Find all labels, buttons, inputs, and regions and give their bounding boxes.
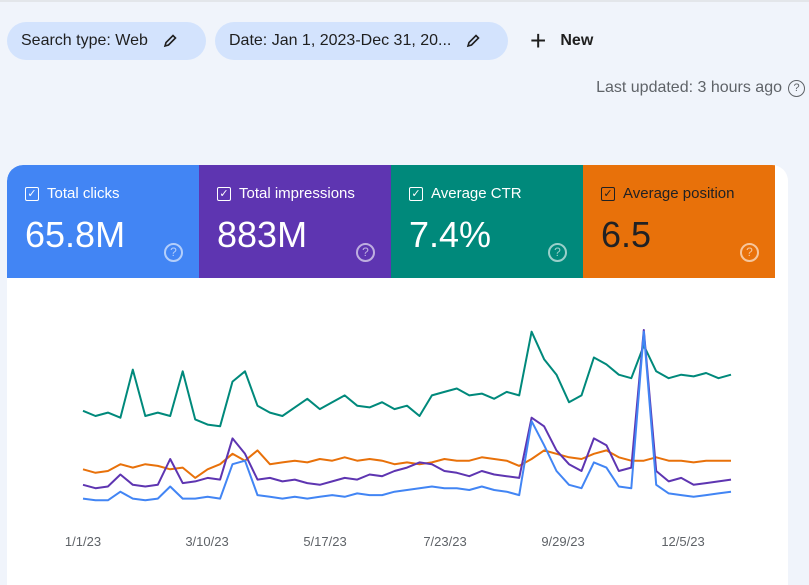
metric-value: 883M [217,214,308,255]
metric-label: Average position [623,185,735,202]
last-updated: Last updated: 3 hours ago ? [596,79,805,97]
performance-chart[interactable]: 1/1/23 3/10/23 5/17/23 7/23/23 9/29/23 12/5/2… [7,278,788,578]
x-tick-label: 12/5/23 [661,534,704,549]
help-icon[interactable]: ? [356,243,375,262]
help-icon[interactable]: ? [788,79,805,97]
metric-label: Total impressions [239,185,355,202]
last-updated-text: Last updated: 3 hours ago [596,79,782,96]
filter-label: Search type: Web [21,32,148,49]
checkbox-icon[interactable]: ✓ [409,186,423,201]
metric-value: 65.8M [25,214,126,255]
x-tick-label: 1/1/23 [65,534,101,549]
metric-tile-average-position[interactable]: ✓ Average position 6.5 ? [583,165,775,278]
plus-icon: + [530,25,547,56]
metric-label: Total clicks [47,185,120,202]
x-tick-label: 5/17/23 [303,534,346,549]
x-tick-label: 9/29/23 [541,534,584,549]
metric-label: Average CTR [431,185,522,202]
metric-tile-total-clicks[interactable]: ✓ Total clicks 65.8M ? [7,165,199,278]
filter-label: Date: Jan 1, 2023-Dec 31, 20... [229,32,452,49]
metric-tile-average-ctr[interactable]: ✓ Average CTR 7.4% ? [391,165,583,278]
metric-value: 7.4% [409,214,492,255]
metric-value: 6.5 [601,214,652,255]
checkbox-icon[interactable]: ✓ [25,186,39,201]
x-tick-label: 3/10/23 [185,534,228,549]
date-filter-chip[interactable]: Date: Jan 1, 2023-Dec 31, 20... [215,22,508,60]
help-icon[interactable]: ? [548,243,567,262]
checkbox-icon[interactable]: ✓ [601,186,615,201]
pencil-icon [163,34,177,48]
series-line-average-ctr [82,330,732,428]
help-icon[interactable]: ? [164,243,183,262]
pencil-icon [467,34,480,48]
series-line-total-clicks [82,330,732,502]
performance-card: ✓ Total clicks 65.8M ? ✓ Total impressions… [7,165,788,585]
checkbox-icon[interactable]: ✓ [217,186,231,201]
metric-tile-total-impressions[interactable]: ✓ Total impressions 883M ? [199,165,391,278]
help-icon[interactable]: ? [740,243,759,262]
new-label: New [560,32,594,49]
new-filter-button[interactable]: + New [530,26,593,56]
search-type-filter-chip[interactable]: Search type: Web [7,22,206,60]
x-tick-label: 7/23/23 [423,534,466,549]
